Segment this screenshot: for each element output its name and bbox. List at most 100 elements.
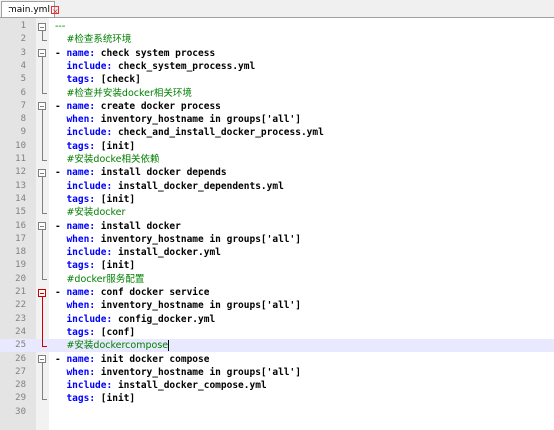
code-line-3[interactable]: 3 - name: check system process <box>0 47 554 60</box>
code-text[interactable]: #安装docker <box>55 206 125 219</box>
line-number: 27 <box>15 366 26 377</box>
yaml-value: [init] <box>95 140 136 152</box>
code-text[interactable]: include: check_and_install_docker_proces… <box>55 126 323 139</box>
code-line-5[interactable]: 5 tags: [check] <box>0 73 554 86</box>
fold-toggle-icon[interactable] <box>38 49 46 58</box>
code-line-9[interactable]: 9 include: check_and_install_docker_proc… <box>0 126 554 139</box>
code-text[interactable]: include: install_docker.yml <box>55 246 220 259</box>
code-line-15[interactable]: 15 #安装docker <box>0 206 554 219</box>
yaml-value: inventory_hostname in groups['all'] <box>95 366 301 378</box>
fold-guide-line <box>42 296 43 346</box>
fold-toggle-icon[interactable] <box>38 355 46 363</box>
fold-toggle-icon[interactable] <box>38 222 46 230</box>
code-text[interactable]: - name: install docker <box>55 220 181 233</box>
code-text[interactable]: when: inventory_hostname in groups['all'… <box>55 299 301 312</box>
line-number: 14 <box>15 193 26 204</box>
yaml-value: [init] <box>95 193 136 205</box>
yaml-key: tags: <box>66 74 96 86</box>
line-number: 17 <box>15 233 26 244</box>
code-line-11[interactable]: 11 #安装docke相关依赖 <box>0 153 554 166</box>
yaml-comment: #安装dockercompose <box>66 340 169 352</box>
code-text[interactable]: #检查并安装docker相关环境 <box>55 87 191 100</box>
code-text[interactable]: include: config_docker.yml <box>55 313 215 326</box>
yaml-key: include: <box>66 247 113 259</box>
code-line-6[interactable]: 6 #检查并安装docker相关环境 <box>0 87 554 100</box>
line-number: 10 <box>15 140 26 151</box>
code-line-22[interactable]: 22 when: inventory_hostname in groups['a… <box>0 299 554 312</box>
code-text[interactable]: #docker服务配置 <box>55 273 144 286</box>
yaml-key: tags: <box>66 260 96 272</box>
code-line-16[interactable]: 16 - name: install docker <box>0 220 554 233</box>
fold-end-marker <box>42 212 47 214</box>
code-line-26[interactable]: 26 - name: init docker compose <box>0 353 554 366</box>
yaml-value <box>55 367 66 378</box>
yaml-value: [conf] <box>95 326 136 338</box>
yaml-value <box>55 181 66 192</box>
code-text[interactable]: #检查系统环境 <box>55 33 131 46</box>
code-line-20[interactable]: 20 #docker服务配置 <box>0 273 554 286</box>
code-text[interactable]: when: inventory_hostname in groups['all'… <box>55 113 301 126</box>
code-text[interactable]: when: inventory_hostname in groups['all'… <box>55 366 301 379</box>
code-text[interactable]: include: install_docker_dependents.yml <box>55 180 283 193</box>
fold-guide-line <box>42 176 43 213</box>
code-line-25[interactable]: 25 #安装dockercompose <box>0 339 554 353</box>
code-line-13[interactable]: 13 include: install_docker_dependents.ym… <box>0 180 554 193</box>
code-text[interactable]: --- <box>55 20 65 33</box>
code-text[interactable]: - name: check system process <box>55 47 215 60</box>
close-icon[interactable]: × <box>50 5 59 16</box>
yaml-key: include: <box>66 313 113 325</box>
code-line-1[interactable]: 1 --- <box>0 20 554 33</box>
yaml-value <box>55 274 66 285</box>
code-line-18[interactable]: 18 include: install_docker.yml <box>0 246 554 259</box>
line-number: 28 <box>15 380 26 391</box>
code-text[interactable]: include: check_system_process.yml <box>55 60 255 73</box>
line-number: 9 <box>20 127 26 138</box>
code-text[interactable]: - name: init docker compose <box>55 353 209 366</box>
code-line-19[interactable]: 19 tags: [init] <box>0 259 554 272</box>
yaml-value <box>55 247 66 258</box>
code-text[interactable]: tags: [init] <box>55 140 135 153</box>
code-line-4[interactable]: 4 include: check_system_process.yml <box>0 60 554 73</box>
code-text[interactable]: tags: [init] <box>55 392 135 405</box>
code-text[interactable]: - name: conf docker service <box>55 286 209 299</box>
yaml-comment: --- <box>55 21 66 32</box>
fold-toggle-icon[interactable] <box>38 288 46 297</box>
code-text[interactable]: when: inventory_hostname in groups['all'… <box>55 233 301 246</box>
code-text[interactable]: - name: install docker depends <box>55 166 227 179</box>
code-line-2[interactable]: 2 #检查系统环境 <box>0 33 554 46</box>
line-number: 26 <box>15 353 26 364</box>
fold-toggle-icon[interactable] <box>38 168 46 177</box>
code-editor[interactable]: 1 --- 2 #检查系统环境 3- name: check system proce… <box>0 18 554 430</box>
code-text[interactable]: tags: [init] <box>55 259 135 272</box>
fold-end-marker <box>42 279 47 281</box>
code-line-27[interactable]: 27 when: inventory_hostname in groups['a… <box>0 366 554 379</box>
line-number: 7 <box>20 100 26 111</box>
code-line-24[interactable]: 24 tags: [conf] <box>0 326 554 339</box>
yaml-key: when: <box>66 300 96 312</box>
code-text[interactable]: #安装docke相关依赖 <box>55 153 159 166</box>
code-text[interactable]: tags: [init] <box>55 193 135 206</box>
code-line-14[interactable]: 14 tags: [init] <box>0 193 554 206</box>
code-text[interactable]: - name: create docker process <box>55 100 221 113</box>
code-line-30[interactable]: 30 <box>0 406 554 419</box>
code-text[interactable]: include: install_docker_compose.yml <box>55 379 266 392</box>
yaml-key: when: <box>66 233 96 245</box>
code-line-21[interactable]: 21 - name: conf docker service <box>0 286 554 299</box>
code-text[interactable]: tags: [conf] <box>55 326 135 339</box>
code-line-29[interactable]: 29 tags: [init] <box>0 392 554 405</box>
fold-toggle-icon[interactable] <box>38 102 46 111</box>
code-text[interactable]: #安装dockercompose <box>55 339 170 352</box>
code-line-10[interactable]: 10 tags: [init] <box>0 140 554 153</box>
code-line-7[interactable]: 7 - name: create docker process <box>0 100 554 113</box>
fold-toggle-icon[interactable] <box>38 22 46 31</box>
code-line-28[interactable]: 28 include: install_docker_compose.yml <box>0 379 554 392</box>
code-line-23[interactable]: 23 include: config_docker.yml <box>0 313 554 326</box>
tab-main-yml[interactable]: main.yml × <box>1 1 59 17</box>
code-line-8[interactable]: 8 when: inventory_hostname in groups['al… <box>0 113 554 126</box>
yaml-value: install docker <box>95 220 181 232</box>
code-line-17[interactable]: 17 when: inventory_hostname in groups['a… <box>0 233 554 246</box>
line-number: 4 <box>20 60 26 71</box>
code-line-12[interactable]: 12 - name: install docker depends <box>0 166 554 179</box>
code-text[interactable]: tags: [check] <box>55 73 140 86</box>
yaml-value: - <box>55 47 67 59</box>
